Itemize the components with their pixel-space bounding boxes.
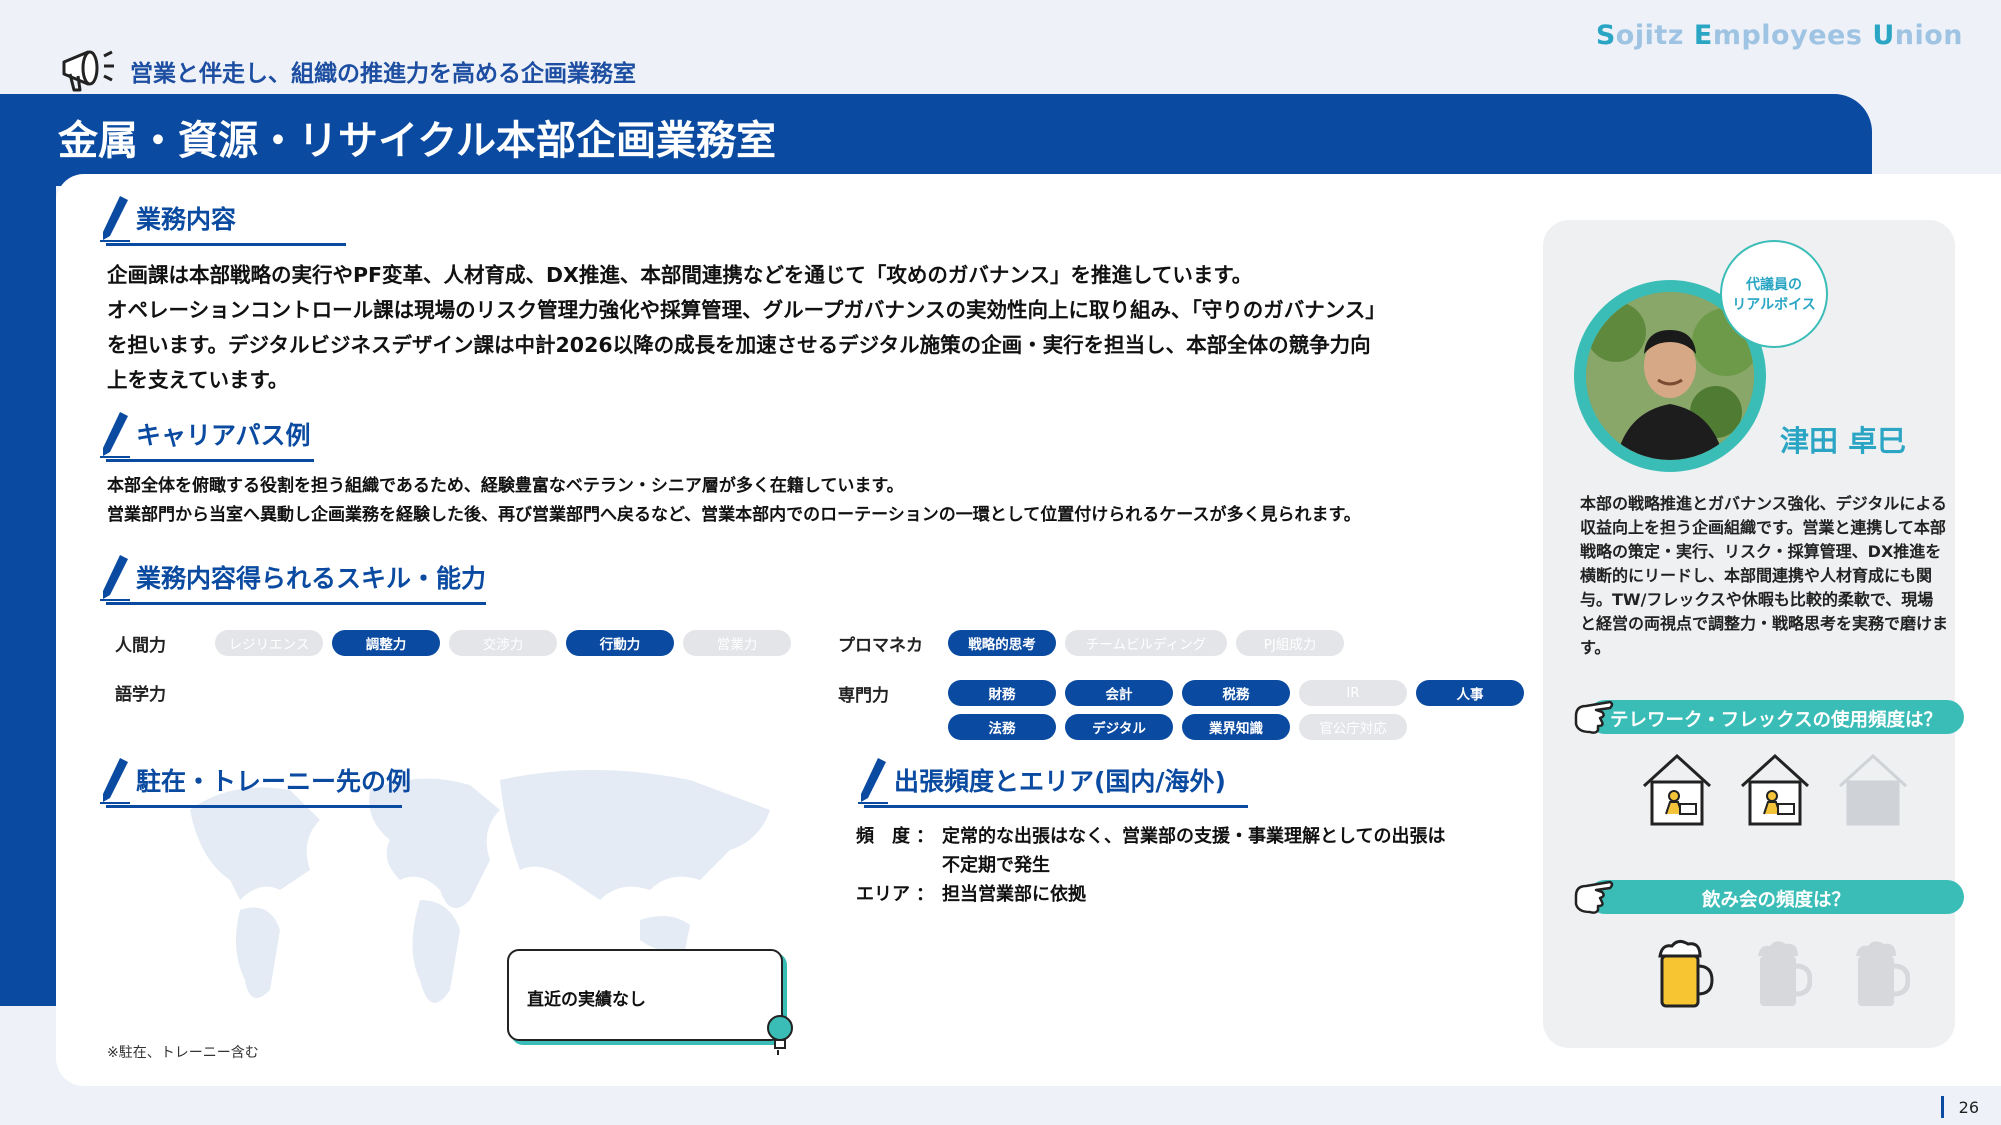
lightbulb-icon: [767, 1015, 793, 1055]
skill-row-gogaku: 語学力: [115, 685, 166, 705]
pen-icon: [100, 412, 130, 458]
skill-row-ningen: 人間力 レジリエンス 調整力 交渉力 行動力 営業力: [115, 630, 800, 656]
house-icon: [1836, 752, 1910, 828]
skill-pill: チームビルディング: [1065, 630, 1227, 656]
page-bar: [1941, 1096, 1944, 1118]
category-label: 営業と伴走し、組織の推進力を高める企画業務室: [130, 61, 636, 87]
skill-pill: 人事: [1416, 680, 1524, 706]
beer-mug-icon: [1656, 938, 1714, 1010]
section-title-trip: 出張頻度とエリア(国内/海外): [858, 756, 1248, 808]
skill-pill: IR: [1299, 680, 1407, 706]
brand-logo: Sojitz Employees Union: [1595, 20, 1963, 51]
beer-mug-icon: [1754, 938, 1813, 1010]
pointing-hand-icon: [1574, 880, 1614, 914]
skill-pill: 交渉力: [449, 630, 557, 656]
skill-pill: 官公庁対応: [1299, 714, 1407, 740]
pen-icon: [100, 196, 130, 242]
voice-description: 本部の戦略推進とガバナンス強化、デジタルによる収益向上を担う企画組織です。営業と…: [1580, 494, 1949, 657]
skill-pill: 業界知識: [1182, 714, 1290, 740]
skill-pill: デジタル: [1065, 714, 1173, 740]
category-header: 営業と伴走し、組織の推進力を高める企画業務室: [58, 44, 636, 92]
skill-pill: PJ組成力: [1236, 630, 1344, 656]
house-icon: [1738, 752, 1812, 828]
question-drinking: 飲み会の頻度は？: [1588, 880, 1964, 914]
career-description: 本部全体を俯瞰する役割を担う組織であるため、経験豊富なベテラン・シニア層が多く在…: [107, 476, 1361, 525]
skill-row-senmon: 専門力 財務 会計 税務 IR 人事: [838, 680, 1533, 706]
skill-pill: 戦略的思考: [948, 630, 1056, 656]
trip-info: 頻 度：定常的な出張はなく、営業部の支援・事業理解としての出張は 不定期で発生 …: [856, 826, 1446, 905]
question-telework: テレワーク・フレックスの使用頻度は？: [1588, 700, 1964, 734]
skill-pill: 財務: [948, 680, 1056, 706]
page-title: 金属・資源・リサイクル本部企画業務室: [58, 118, 776, 164]
beer-mug-icon: [1852, 938, 1911, 1010]
left-stripe: [0, 186, 56, 1006]
pen-icon: [100, 555, 130, 601]
real-voice-bubble: 代議員の リアルボイス: [1720, 240, 1828, 348]
megaphone-icon: [62, 50, 114, 92]
skill-pill: 税務: [1182, 680, 1290, 706]
footnote: ※駐在、トレーニー含む: [107, 1045, 259, 1061]
work-description: 企画課は本部戦略の実行やPF変革、人材育成、DX推進、本部間連携などを通じて「攻…: [107, 263, 1386, 392]
skill-pill: レジリエンス: [215, 630, 323, 656]
no-record-callout: 直近の実績なし: [507, 949, 783, 1041]
section-title-overseas: 駐在・トレーニー先の例: [100, 756, 411, 808]
skill-pill: 法務: [948, 714, 1056, 740]
section-title-work: 業務内容: [100, 194, 346, 246]
pen-icon: [858, 758, 888, 804]
skill-row-promaneka: プロマネカ 戦略的思考 チームビルディング PJ組成力: [838, 630, 1353, 656]
pen-icon: [100, 758, 130, 804]
page-number: 26: [1958, 1098, 1979, 1117]
skill-pill: 行動力: [566, 630, 674, 656]
title-banner: 金属・資源・リサイクル本部企画業務室: [0, 94, 1872, 186]
skill-pill: 会計: [1065, 680, 1173, 706]
skill-row-senmon-2: 法務 デジタル 業界知識 官公庁対応: [948, 714, 1416, 740]
pointing-hand-icon: [1574, 700, 1614, 734]
skill-pill: 営業力: [683, 630, 791, 656]
person-name: 津田 卓巳: [1780, 424, 1907, 458]
section-title-skills: 業務内容得られるスキル・能力: [100, 553, 486, 605]
section-title-career: キャリアパス例: [100, 410, 314, 462]
house-icon: [1640, 752, 1714, 828]
skill-pill: 調整力: [332, 630, 440, 656]
